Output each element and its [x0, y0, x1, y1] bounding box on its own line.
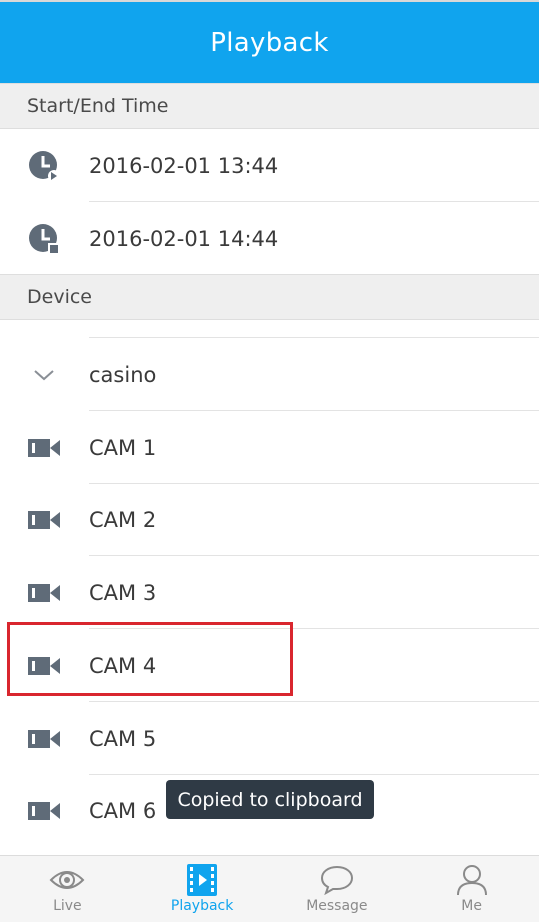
user-icon — [454, 863, 490, 897]
tab-live[interactable]: Live — [0, 856, 135, 922]
bottom-tab-bar: Live Playback Message Me — [0, 855, 539, 922]
start-time-row[interactable]: 2016-02-01 13:44 — [0, 129, 539, 202]
chat-bubble-icon — [319, 863, 355, 897]
tab-me[interactable]: Me — [404, 856, 539, 922]
camera-label: CAM 5 — [89, 726, 157, 751]
page-title: Playback — [210, 27, 329, 58]
camera-row-1[interactable]: CAM 1 — [0, 411, 539, 484]
camera-label: CAM 6 — [89, 798, 157, 823]
section-header-time: Start/End Time — [0, 83, 539, 129]
film-play-icon — [184, 863, 220, 897]
toast-text: Copied to clipboard — [177, 788, 363, 811]
tab-label: Me — [461, 898, 482, 914]
camera-label: CAM 2 — [89, 507, 157, 532]
device-group-casino[interactable]: casino — [0, 338, 539, 411]
video-camera-icon — [27, 431, 61, 465]
section-header-device: Device — [0, 274, 539, 320]
app-header: Playback — [0, 2, 539, 83]
camera-row-2[interactable]: CAM 2 — [0, 483, 539, 556]
section-title-device: Device — [27, 286, 92, 308]
tab-message[interactable]: Message — [270, 856, 405, 922]
tab-label: Message — [306, 898, 368, 914]
camera-row-3[interactable]: CAM 3 — [0, 556, 539, 629]
clock-start-icon — [27, 149, 61, 183]
toast-message: Copied to clipboard — [166, 780, 374, 819]
tab-playback[interactable]: Playback — [135, 856, 270, 922]
video-camera-icon — [27, 576, 61, 610]
clock-end-icon — [27, 222, 61, 256]
video-camera-icon — [27, 503, 61, 537]
selected-camera-highlight — [7, 622, 293, 696]
end-time-value: 2016-02-01 14:44 — [89, 226, 279, 251]
tab-label: Live — [53, 898, 82, 914]
end-time-row[interactable]: 2016-02-01 14:44 — [0, 202, 539, 275]
camera-label: CAM 1 — [89, 435, 157, 460]
section-title-time: Start/End Time — [27, 95, 169, 117]
device-group-name: casino — [89, 362, 157, 387]
eye-icon — [49, 863, 85, 897]
camera-label: CAM 3 — [89, 580, 157, 605]
device-list-spacer — [0, 320, 539, 338]
camera-row-5[interactable]: CAM 5 — [0, 702, 539, 775]
video-camera-icon — [27, 722, 61, 756]
tab-label: Playback — [170, 898, 234, 914]
video-camera-icon — [27, 794, 61, 828]
start-time-value: 2016-02-01 13:44 — [89, 153, 279, 178]
chevron-down-icon — [27, 358, 61, 392]
